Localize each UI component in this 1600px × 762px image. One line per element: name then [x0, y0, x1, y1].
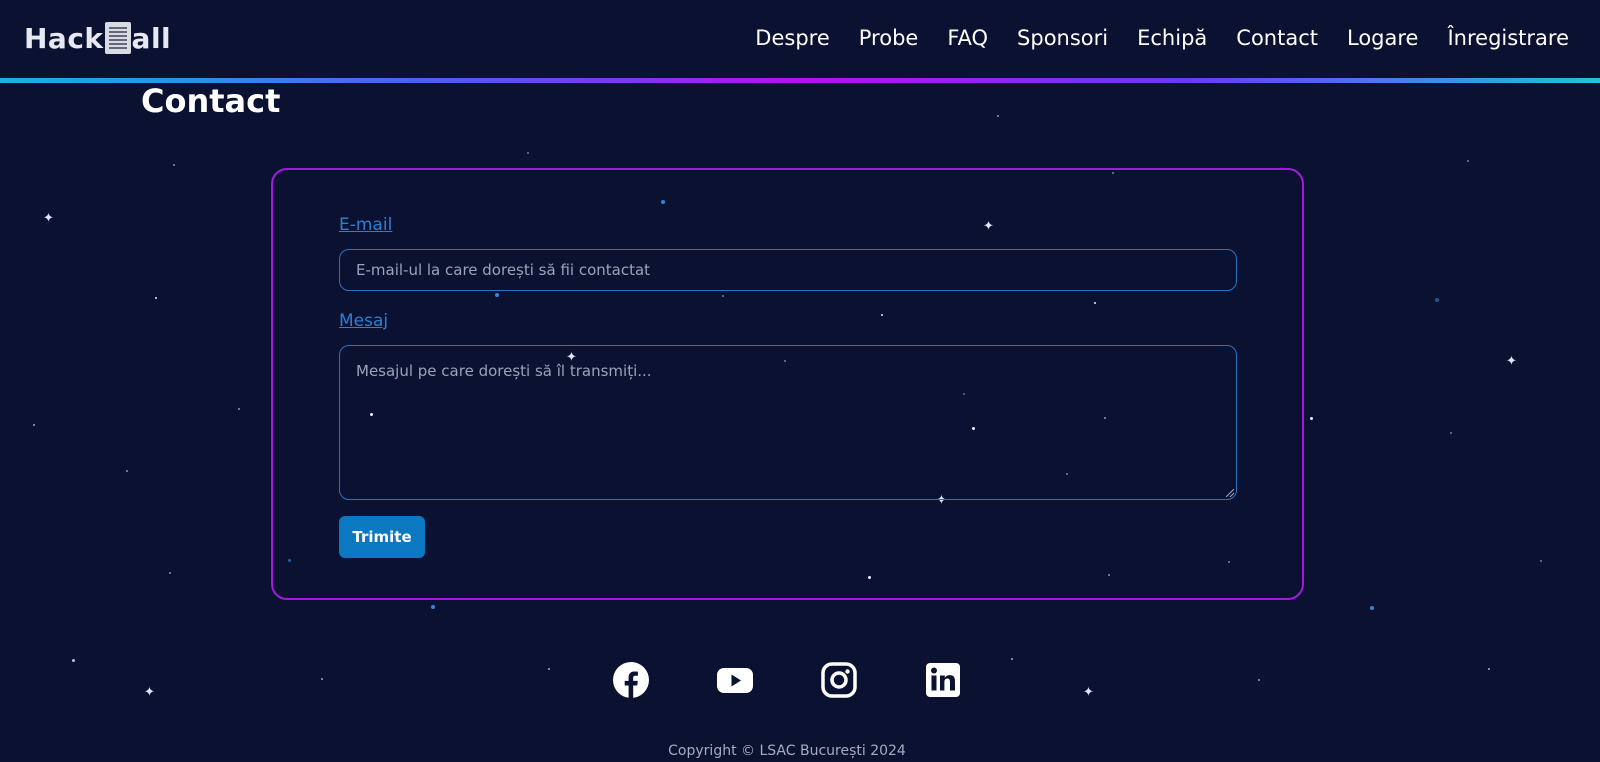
social-links: [0, 661, 1600, 701]
site-logo[interactable]: Hack all: [24, 18, 171, 58]
email-placeholder: E-mail-ul la care dorești să fii contact…: [356, 261, 651, 279]
logo-text-left: Hack: [24, 21, 104, 55]
email-input[interactable]: E-mail-ul la care dorești să fii contact…: [339, 249, 1237, 291]
main-nav: Despre Probe FAQ Sponsori Echipă Contact…: [755, 20, 1569, 56]
page-title: Contact: [141, 82, 281, 120]
logo-qr-mark-icon: [104, 22, 131, 54]
facebook-icon[interactable]: [612, 661, 650, 699]
nav-item-probe[interactable]: Probe: [859, 26, 919, 50]
nav-item-echipa[interactable]: Echipă: [1137, 26, 1207, 50]
nav-item-contact[interactable]: Contact: [1236, 26, 1318, 50]
resize-grip-icon[interactable]: [1226, 489, 1234, 497]
submit-button[interactable]: Trimite: [339, 516, 425, 558]
contact-page: ✦ ✦ ✦ ✦ ✦ ✦ ✦ Hack all Despre Probe FAQ …: [0, 0, 1600, 762]
message-textarea[interactable]: Mesajul pe care dorești să îl transmiți.…: [339, 345, 1237, 500]
email-label[interactable]: E-mail: [339, 215, 392, 235]
linkedin-icon[interactable]: [924, 661, 962, 699]
nav-item-logare[interactable]: Logare: [1347, 26, 1418, 50]
message-placeholder: Mesajul pe care dorești să îl transmiți.…: [356, 362, 652, 380]
youtube-icon[interactable]: [716, 661, 754, 699]
nav-item-sponsori[interactable]: Sponsori: [1017, 26, 1108, 50]
instagram-icon[interactable]: [820, 661, 858, 699]
copyright-text: Copyright © LSAC București 2024: [668, 743, 906, 759]
contact-form-card: E-mail E-mail-ul la care dorești să fii …: [271, 168, 1304, 600]
logo-text-right: all: [131, 21, 172, 55]
nav-item-inregistrare[interactable]: Înregistrare: [1447, 26, 1569, 50]
site-header: Hack all Despre Probe FAQ Sponsori Echip…: [0, 0, 1600, 78]
message-label[interactable]: Mesaj: [339, 311, 388, 331]
nav-item-faq[interactable]: FAQ: [947, 26, 988, 50]
nav-item-despre[interactable]: Despre: [755, 26, 829, 50]
